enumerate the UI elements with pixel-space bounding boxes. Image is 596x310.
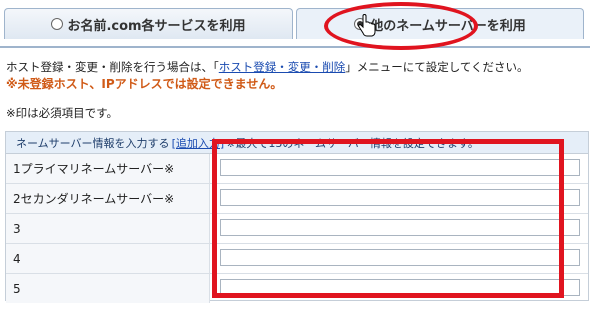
warning-text: ※未登録ホスト、IPアドレスでは設定できません。: [6, 77, 283, 91]
row-label: 2セカンダリネームサーバー※: [6, 184, 210, 213]
tab-bar: お名前.com各サービスを利用 他のネームサーバーを利用: [0, 0, 596, 48]
annotation-highlight-oval: [324, 2, 478, 50]
required-note: ※印は必須項目です。: [6, 106, 118, 120]
annotation-highlight-box: [212, 139, 564, 298]
header-text: ネームサーバー情報を入力する: [16, 136, 170, 150]
tab-divider: [0, 46, 590, 48]
row-label: 4: [6, 244, 210, 273]
info-prefix: ホスト登録・変更・削除を行う場合は、「: [6, 60, 219, 74]
info-text: ホスト登録・変更・削除を行う場合は、「ホスト登録・変更・削除」メニューにて設定し…: [6, 59, 529, 75]
tab-label: お名前.com各サービスを利用: [67, 18, 246, 34]
row-label: 1プライマリネームサーバー※: [6, 154, 210, 183]
radio-icon[interactable]: [51, 18, 64, 30]
host-registration-link[interactable]: ホスト登録・変更・削除: [219, 60, 346, 74]
row-label: 5: [6, 274, 210, 303]
info-suffix: 」メニューにて設定してください。: [345, 60, 529, 74]
row-label: 3: [6, 214, 210, 243]
hand-cursor-icon: [357, 14, 376, 37]
tab-onamae-services[interactable]: お名前.com各サービスを利用: [4, 8, 293, 39]
